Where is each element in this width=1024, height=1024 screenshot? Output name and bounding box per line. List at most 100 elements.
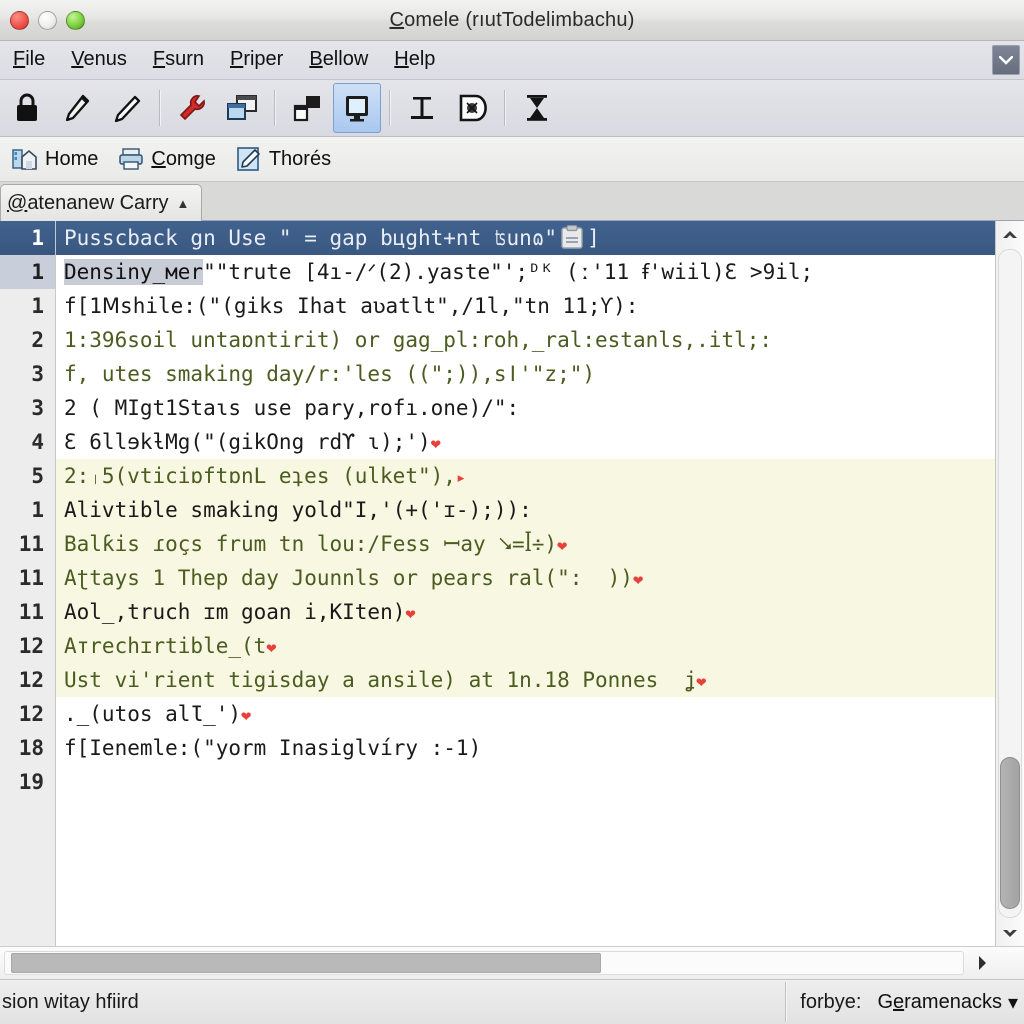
heart-icon: ❤ [241,706,252,726]
horizontal-scroll-thumb[interactable] [11,953,601,973]
menu-file[interactable]: File [0,45,58,76]
column-icon[interactable] [398,83,446,133]
code-text: ""trute [4ı-/ᐟ(2).yaste"ꞌ;ᴰᴷ (ː'11 ꞙ'wii… [203,260,814,284]
heart-icon: ❤ [632,570,644,590]
printer-icon [119,148,144,170]
tab-accel: @ [7,191,28,214]
code-line[interactable]: ._(utos alƖ_')❤ [56,697,995,731]
horizontal-scrollbar[interactable] [0,946,1024,979]
code-text: f, utes smaking day/r:'les ((";)),sǀ'"z;… [64,362,596,386]
code-line[interactable]: f, utes smaking day/r:'les ((";)),sǀ'"z;… [56,357,995,391]
window-copy-icon[interactable] [218,83,266,133]
scroll-up-arrow-icon[interactable] [996,221,1024,247]
code-line[interactable]: Aтrechɪrtible_(t❤ [56,629,995,663]
encoding-combobox-accel: e [893,990,905,1013]
horizontal-scroll-track[interactable] [4,951,964,975]
code-line[interactable]: 1:396soil untaɒntirit) or gag_pl:roh,_ra… [56,323,995,357]
shield-bug-icon[interactable] [448,83,496,133]
scroll-down-arrow-icon[interactable] [996,920,1024,946]
toolbar-separator [389,90,390,126]
status-message: sion witay hfiird [2,990,139,1013]
pen-left-icon[interactable] [53,83,101,133]
vertical-scroll-track[interactable] [998,249,1022,918]
status-combo-label: forbye: [800,990,862,1013]
menu-bellow[interactable]: Bellow [296,45,381,76]
encoding-combobox[interactable]: Geramenacks ▾ [877,990,1018,1015]
code-line[interactable]: Densiny_мer""trute [4ı-/ᐟ(2).yaste"ꞌ;ᴰᴷ … [56,255,995,289]
line-number: 5 [31,464,44,488]
tab-atenanew-carry[interactable]: @atenanew Carry ▲ [0,184,203,221]
toolbar-separator [504,90,505,126]
wrench-icon[interactable] [168,83,216,133]
heart-icon: ❤ [430,434,441,454]
code-line[interactable]: Ust viꞌrient tigisday a ansile) at 1n.18… [56,663,995,697]
lock-icon[interactable] [3,83,51,133]
line-number: 1 [0,221,55,255]
code-text: ] [587,226,600,250]
bookmark-home-label: Home [45,147,99,170]
code-line[interactable]: 2:ᛧ5(vticiɒftɒnL eʇes (ulket"),▸ [56,459,995,493]
menu-bellow-accel: B [309,47,323,70]
code-text: 2:ᛧ5(vticiɒftɒnL eʇes (ulket"), [64,464,456,488]
code-line[interactable]: Ɛ 6llɘkƚMg("(gikOng rdϒ ɩ);ꞌ)❤ [56,425,995,459]
code-text: ._(utos alƖ_') [64,702,242,726]
code-line[interactable]: Aol_,truch ɪm goan i,KIten)❤ [56,595,995,629]
code-text-area[interactable]: Pusscback gn Use " = gap bцght+nt ʦunɷ"]… [56,221,995,946]
chevron-down-icon[interactable] [992,45,1020,75]
heart-icon: ❤ [696,672,707,692]
window-title: Comele (rıutTodelimbachu) [0,9,1024,32]
code-text: Alivtible smaking yold"I,'(+('ɪ-);)): [64,498,532,522]
close-window-button[interactable] [10,10,29,30]
heart-icon: ❤ [266,638,277,658]
code-text: Balƙis ɾoçs frum tn lou:/Fess ꟷay ⭨=ꟾ÷) [64,532,558,556]
chevron-down-icon[interactable]: ▾ [1008,990,1018,1015]
menu-priper[interactable]: Priper [217,45,296,76]
code-text: Aтrechɪrtible_(t [64,634,267,658]
line-number: 18 [18,736,44,760]
bookmark-thores-label: Thorés [268,147,332,170]
bookmark-bar: Home Comge Thorés [0,137,1024,182]
vertical-scroll-thumb[interactable] [1000,757,1020,909]
line-number: 12 [18,668,44,692]
window-split-icon[interactable] [283,83,331,133]
scroll-right-arrow-icon[interactable] [968,949,996,977]
code-line[interactable]: Pusscback gn Use " = gap bцght+nt ʦunɷ"] [56,221,995,255]
editor-area: 1 1 1 2 3 3 4 5 1 11 11 11 12 12 12 18 1… [0,221,1024,946]
code-line[interactable]: Balƙis ɾoçs frum tn lou:/Fess ꟷay ⭨=ꟾ÷)❤ [56,527,995,561]
line-number: 1 [31,294,44,318]
menu-fsurn[interactable]: Fsurn [140,45,217,76]
code-line[interactable]: f[Ienemle:("yorm Inasiglvíry :-1) [56,731,995,765]
vertical-scrollbar[interactable] [995,221,1024,946]
clipboard-icon[interactable] [561,224,583,259]
heart-icon: ❤ [405,604,416,624]
line-number: 3 [31,396,44,420]
code-line[interactable]: 2 ( MIgt1Staɩs use pary,rofı.one)/": [56,391,995,425]
maximize-window-button[interactable] [66,10,85,30]
chevron-up-icon[interactable]: ▲ [177,197,190,210]
line-number: 2 [31,328,44,352]
minimize-window-button[interactable] [38,10,57,30]
line-number: 12 [18,702,44,726]
house-icon [12,149,37,170]
bookmark-home[interactable]: Home [2,143,108,175]
hourglass-icon[interactable] [513,83,561,133]
bookmark-comge[interactable]: Comge [108,144,225,174]
pen-right-icon[interactable] [103,83,151,133]
bookmark-thores[interactable]: Thorés [226,143,341,175]
line-number: 1 [31,498,44,522]
window-controls [0,10,85,30]
code-line[interactable]: Alivtible smaking yold"I,'(+('ɪ-);)): [56,493,995,527]
code-text: 1:396soil untaɒntirit) or gag_pl:roh,_ra… [64,328,773,352]
monitor-icon[interactable] [333,83,381,133]
menu-file-accel: F [13,47,26,70]
menu-help[interactable]: Help [381,45,448,76]
line-number: 1 [0,255,55,289]
code-line[interactable]: f[1Ⅿshile:("(giks Ihat aʋatlt",/1l,"tn 1… [56,289,995,323]
code-text: f[1Ⅿshile:("(giks Ihat aʋatlt",/1l,"tn 1… [64,294,639,318]
line-number: 3 [31,362,44,386]
code-line[interactable]: Aʈtays 1 Thep day Jounnls or pears ral("… [56,561,995,595]
code-line[interactable] [56,765,995,799]
menu-venus[interactable]: Venus [58,45,140,76]
toolbar-separator [274,90,275,126]
code-text: f[Ienemle:("yorm Inasiglvíry :-1) [64,736,482,760]
